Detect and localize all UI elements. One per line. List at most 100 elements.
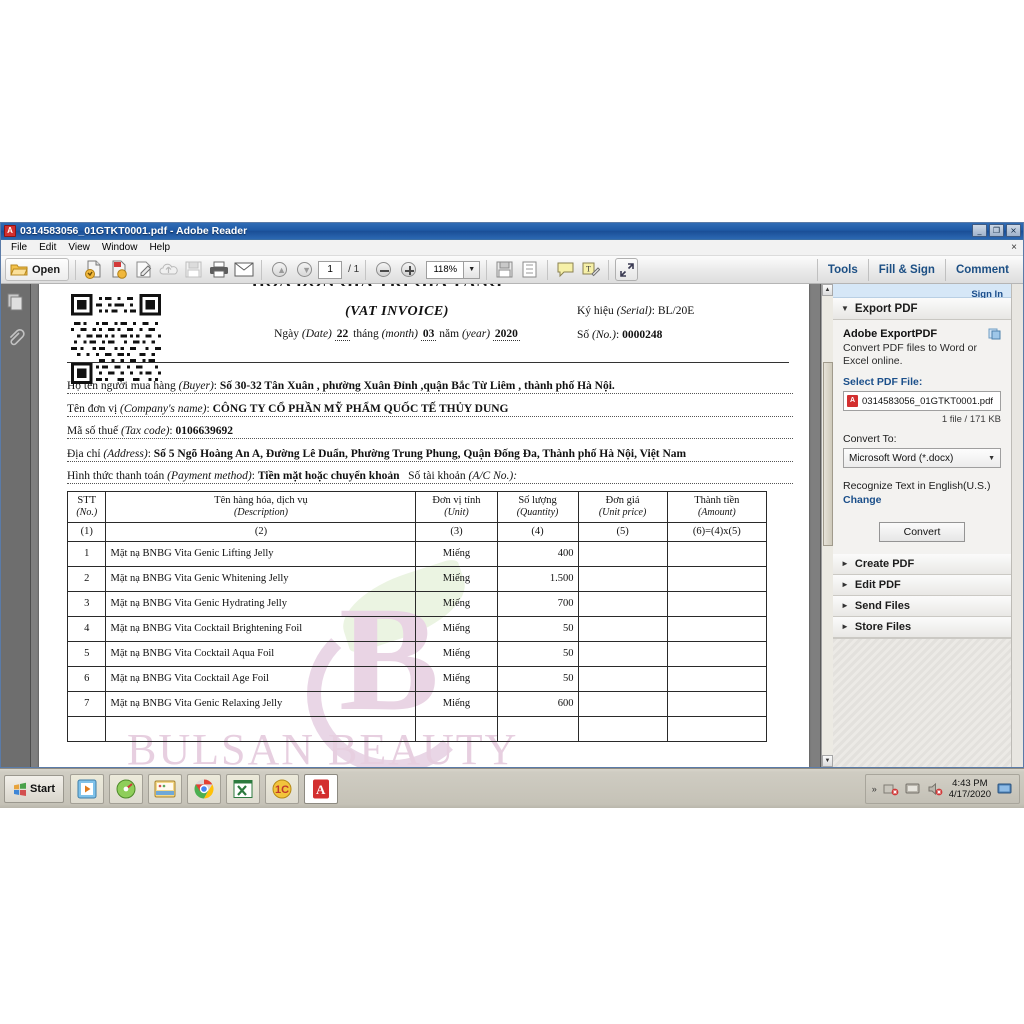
document-viewport[interactable]: B BULSAN BEAUTY HÓA ĐƠN GIÁ TRỊ GIA TĂNG [31,284,821,767]
close-button[interactable]: × [1006,224,1021,237]
print-icon[interactable] [207,258,230,281]
menu-item-file[interactable]: File [5,241,33,255]
table-row: 5 Mặt nạ BNBG Vita Cocktail Aqua Foil Mi… [68,641,767,666]
no-label: Số [577,329,589,341]
tax-code-label-en: (Tax code) [121,425,169,437]
tools-button[interactable]: Tools [818,257,868,283]
address-label-en: (Address) [103,448,147,460]
email-icon[interactable] [232,258,255,281]
table-row: 6 Mặt nạ BNBG Vita Cocktail Age Foil Miế… [68,666,767,691]
antivirus-icon[interactable] [109,774,143,804]
convert-button[interactable]: Convert [879,522,965,542]
create-pdf-section[interactable]: ► Create PDF [833,554,1011,575]
tax-code-label: Mã số thuế [67,425,118,437]
month-label-en: (month) [382,328,418,340]
fill-and-sign-button[interactable]: Fill & Sign [869,257,945,283]
row-quantity: 700 [497,591,578,616]
upload-cloud-icon [157,258,180,281]
network-error-icon[interactable] [883,782,899,796]
display-icon[interactable] [905,782,921,796]
close-document-button[interactable]: × [1011,242,1017,253]
page-thumbnails-icon[interactable] [6,292,26,312]
volume-muted-icon[interactable] [927,782,943,796]
row-amount [667,591,766,616]
zoom-dropdown-caret-icon[interactable]: ▼ [464,261,480,279]
sign-in-bar[interactable]: Sign In [833,284,1011,298]
menu-item-help[interactable]: Help [143,241,176,255]
scroll-up-button[interactable]: ▲ [822,284,833,296]
adobe-cloud-icon [988,327,1001,340]
show-hidden-icons-button[interactable]: » [872,784,877,794]
edit-pdf-icon[interactable] [132,258,155,281]
adobe-reader-window: A 0314583056_01GTKT0001.pdf - Adobe Read… [0,222,1024,768]
info-row-buyer: Họ tên người mua hàng (Buyer): Số 30-32 … [67,380,793,394]
menu-item-window[interactable]: Window [96,241,144,255]
window-titlebar: A 0314583056_01GTKT0001.pdf - Adobe Read… [1,223,1023,240]
document-scrollbar[interactable]: ▲ ▼ [821,284,833,767]
table-header-row: STT (No.) Tên hàng hóa, dịch vụ (Descrip… [68,492,767,523]
zoom-out-icon[interactable] [372,258,395,281]
file-explorer-icon[interactable] [148,774,182,804]
excel-icon[interactable] [226,774,260,804]
system-tray: » [865,774,1020,804]
send-files-section[interactable]: ► Send Files [833,596,1011,617]
scroll-down-button[interactable]: ▼ [822,755,833,767]
convert-button-wrap: Convert [843,522,1001,548]
pdf-file-icon: A [847,395,858,407]
open-button[interactable]: Open [5,258,69,281]
edit-pdf-section[interactable]: ► Edit PDF [833,575,1011,596]
row-description: Mặt nạ BNBG Vita Genic Hydrating Jelly [106,591,416,616]
row-unit-price [578,591,667,616]
row-unit-price [578,616,667,641]
next-page-icon[interactable]: ▼ [293,258,316,281]
convert-to-select[interactable]: Microsoft Word (*.docx) ▼ [843,448,1001,468]
clock[interactable]: 4:43 PM 4/17/2020 [949,778,991,800]
change-language-link[interactable]: Change [843,494,1001,508]
row-unit-price [578,541,667,566]
tools-panel-scrollbar[interactable] [1011,284,1023,767]
row-unit: Miếng [416,591,497,616]
menu-item-view[interactable]: View [62,241,96,255]
read-mode-icon[interactable] [615,258,638,281]
table-numbering-row: (1) (2) (3) (4) (5) (6)=(4)x(5) [68,522,767,541]
save-as-icon[interactable] [82,258,105,281]
serial-label: Ký hiệu [577,305,614,317]
1c-icon[interactable]: 1C [265,774,299,804]
attachments-icon[interactable] [6,328,26,348]
sticky-note-icon[interactable] [554,258,577,281]
header-amount: Thành tiền (Amount) [667,492,766,523]
save-file-icon[interactable] [493,258,516,281]
zoom-level-input[interactable]: 118% [426,261,464,279]
show-desktop-icon[interactable] [997,782,1013,796]
menu-item-edit[interactable]: Edit [33,241,62,255]
export-pdf-header[interactable]: ▼ Export PDF [833,298,1011,320]
media-player-icon[interactable] [70,774,104,804]
restore-button[interactable]: ❐ [989,224,1004,237]
zoom-in-icon[interactable] [397,258,420,281]
selected-file-field[interactable]: A 0314583056_01GTKT0001.pdf [843,391,1001,411]
product-description: Convert PDF files to Word or Excel onlin… [843,342,1001,368]
info-row-address: Địa chỉ (Address): Số 5 Ngõ Hoàng An A, … [67,448,793,462]
header-no: STT (No.) [68,492,106,523]
adobe-reader-icon[interactable]: A [304,774,338,804]
numbering-3: (3) [416,522,497,541]
store-files-section[interactable]: ► Store Files [833,617,1011,638]
menu-bar: File Edit View Window Help × [1,240,1023,256]
chevron-down-icon: ▼ [988,455,995,462]
start-button[interactable]: Start [4,775,64,803]
highlight-text-icon[interactable]: T [579,258,602,281]
chrome-icon[interactable] [187,774,221,804]
page-number-input[interactable]: 1 [318,261,342,279]
chevron-down-icon: ▼ [841,304,849,313]
previous-page-icon[interactable]: ▲ [268,258,291,281]
minimize-button[interactable]: _ [972,224,987,237]
create-pdf-icon[interactable] [107,258,130,281]
invoice-serial-line: Ký hiệu (Serial): BL/20E [577,305,694,317]
comment-button[interactable]: Comment [946,257,1019,283]
account-label-en: (A/C No.): [469,470,518,482]
year-label: năm [439,328,459,340]
convert-to-value: Microsoft Word (*.docx) [849,453,953,464]
scrollbar-thumb[interactable] [823,362,833,546]
header-unit-price-en: (Unit price) [581,507,665,519]
page-fit-icon[interactable] [518,258,541,281]
